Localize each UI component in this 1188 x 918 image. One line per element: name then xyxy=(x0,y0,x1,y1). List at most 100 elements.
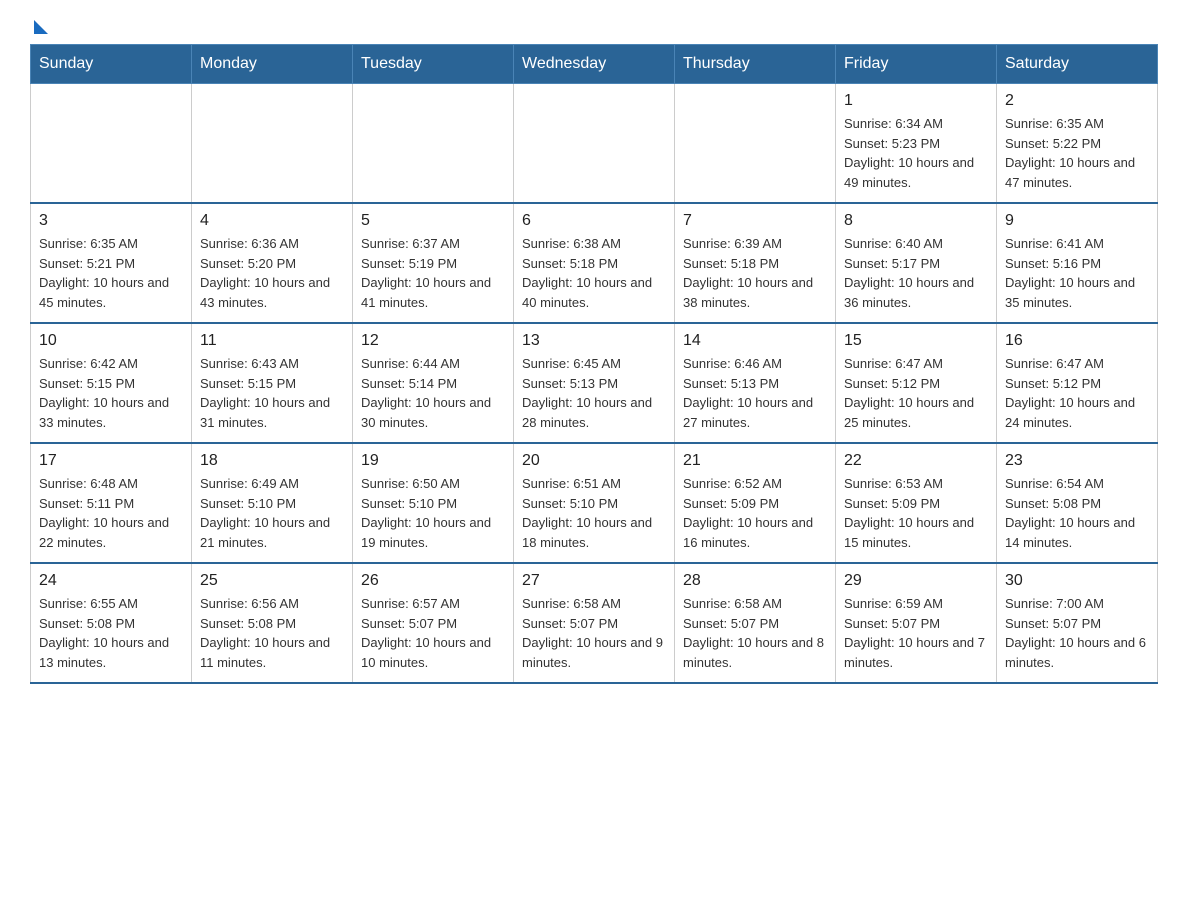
day-info: Sunrise: 6:46 AM Sunset: 5:13 PM Dayligh… xyxy=(683,354,827,432)
day-number: 21 xyxy=(683,452,827,470)
calendar-cell: 1 Sunrise: 6:34 AM Sunset: 5:23 PM Daylig… xyxy=(836,84,997,204)
day-number: 13 xyxy=(522,332,666,350)
day-info: Sunrise: 6:52 AM Sunset: 5:09 PM Dayligh… xyxy=(683,474,827,552)
calendar-cell xyxy=(675,84,836,204)
day-number: 20 xyxy=(522,452,666,470)
calendar-cell: 3 Sunrise: 6:35 AM Sunset: 5:21 PM Daylig… xyxy=(31,203,192,323)
calendar-cell: 11Sunrise: 6:43 AM Sunset: 5:15 PM Dayli… xyxy=(192,323,353,443)
week-row-1: 1 Sunrise: 6:34 AM Sunset: 5:23 PM Daylig… xyxy=(31,84,1158,204)
day-info: Sunrise: 6:58 AM Sunset: 5:07 PM Dayligh… xyxy=(522,594,666,672)
weekday-header-wednesday: Wednesday xyxy=(514,45,675,84)
day-info: Sunrise: 6:44 AM Sunset: 5:14 PM Dayligh… xyxy=(361,354,505,432)
calendar-cell xyxy=(514,84,675,204)
day-number: 16 xyxy=(1005,332,1149,350)
day-number: 8 xyxy=(844,212,988,230)
day-number: 17 xyxy=(39,452,183,470)
calendar-cell: 9 Sunrise: 6:41 AM Sunset: 5:16 PM Daylig… xyxy=(997,203,1158,323)
page-header xyxy=(30,20,1158,34)
day-number: 14 xyxy=(683,332,827,350)
calendar-cell: 13 Sunrise: 6:45 AM Sunset: 5:13 PM Dayli… xyxy=(514,323,675,443)
weekday-header-row: SundayMondayTuesdayWednesdayThursdayFrid… xyxy=(31,45,1158,84)
calendar-cell: 24Sunrise: 6:55 AM Sunset: 5:08 PM Dayli… xyxy=(31,563,192,683)
day-number: 12 xyxy=(361,332,505,350)
day-number: 7 xyxy=(683,212,827,230)
calendar-cell: 4Sunrise: 6:36 AM Sunset: 5:20 PM Daylig… xyxy=(192,203,353,323)
day-number: 3 xyxy=(39,212,183,230)
calendar-cell: 15 Sunrise: 6:47 AM Sunset: 5:12 PM Dayli… xyxy=(836,323,997,443)
calendar-cell xyxy=(353,84,514,204)
calendar-cell: 8 Sunrise: 6:40 AM Sunset: 5:17 PM Daylig… xyxy=(836,203,997,323)
day-info: Sunrise: 6:45 AM Sunset: 5:13 PM Dayligh… xyxy=(522,354,666,432)
calendar-cell: 2Sunrise: 6:35 AM Sunset: 5:22 PM Daylig… xyxy=(997,84,1158,204)
calendar-cell: 19 Sunrise: 6:50 AM Sunset: 5:10 PM Dayli… xyxy=(353,443,514,563)
day-info: Sunrise: 6:55 AM Sunset: 5:08 PM Dayligh… xyxy=(39,594,183,672)
weekday-header-tuesday: Tuesday xyxy=(353,45,514,84)
day-number: 26 xyxy=(361,572,505,590)
day-info: Sunrise: 6:36 AM Sunset: 5:20 PM Dayligh… xyxy=(200,234,344,312)
day-info: Sunrise: 6:39 AM Sunset: 5:18 PM Dayligh… xyxy=(683,234,827,312)
calendar-cell: 16Sunrise: 6:47 AM Sunset: 5:12 PM Dayli… xyxy=(997,323,1158,443)
day-info: Sunrise: 7:00 AM Sunset: 5:07 PM Dayligh… xyxy=(1005,594,1149,672)
day-info: Sunrise: 6:54 AM Sunset: 5:08 PM Dayligh… xyxy=(1005,474,1149,552)
day-info: Sunrise: 6:41 AM Sunset: 5:16 PM Dayligh… xyxy=(1005,234,1149,312)
day-number: 18 xyxy=(200,452,344,470)
calendar-cell: 26 Sunrise: 6:57 AM Sunset: 5:07 PM Dayli… xyxy=(353,563,514,683)
calendar-cell: 21 Sunrise: 6:52 AM Sunset: 5:09 PM Dayli… xyxy=(675,443,836,563)
calendar-cell: 30 Sunrise: 7:00 AM Sunset: 5:07 PM Dayli… xyxy=(997,563,1158,683)
day-info: Sunrise: 6:34 AM Sunset: 5:23 PM Dayligh… xyxy=(844,114,988,192)
calendar-cell: 20Sunrise: 6:51 AM Sunset: 5:10 PM Dayli… xyxy=(514,443,675,563)
calendar-table: SundayMondayTuesdayWednesdayThursdayFrid… xyxy=(30,44,1158,684)
calendar-cell: 22 Sunrise: 6:53 AM Sunset: 5:09 PM Dayli… xyxy=(836,443,997,563)
day-info: Sunrise: 6:38 AM Sunset: 5:18 PM Dayligh… xyxy=(522,234,666,312)
day-number: 19 xyxy=(361,452,505,470)
day-info: Sunrise: 6:56 AM Sunset: 5:08 PM Dayligh… xyxy=(200,594,344,672)
day-number: 25 xyxy=(200,572,344,590)
logo-top xyxy=(30,20,48,34)
day-number: 9 xyxy=(1005,212,1149,230)
day-info: Sunrise: 6:37 AM Sunset: 5:19 PM Dayligh… xyxy=(361,234,505,312)
day-number: 6 xyxy=(522,212,666,230)
day-info: Sunrise: 6:50 AM Sunset: 5:10 PM Dayligh… xyxy=(361,474,505,552)
week-row-3: 10Sunrise: 6:42 AM Sunset: 5:15 PM Dayli… xyxy=(31,323,1158,443)
day-info: Sunrise: 6:47 AM Sunset: 5:12 PM Dayligh… xyxy=(844,354,988,432)
calendar-cell: 25 Sunrise: 6:56 AM Sunset: 5:08 PM Dayli… xyxy=(192,563,353,683)
day-number: 29 xyxy=(844,572,988,590)
calendar-cell: 7 Sunrise: 6:39 AM Sunset: 5:18 PM Daylig… xyxy=(675,203,836,323)
calendar-header: SundayMondayTuesdayWednesdayThursdayFrid… xyxy=(31,45,1158,84)
weekday-header-thursday: Thursday xyxy=(675,45,836,84)
calendar-cell: 17 Sunrise: 6:48 AM Sunset: 5:11 PM Dayli… xyxy=(31,443,192,563)
calendar-cell: 18 Sunrise: 6:49 AM Sunset: 5:10 PM Dayli… xyxy=(192,443,353,563)
day-number: 15 xyxy=(844,332,988,350)
calendar-cell: 23 Sunrise: 6:54 AM Sunset: 5:08 PM Dayli… xyxy=(997,443,1158,563)
day-number: 1 xyxy=(844,92,988,110)
calendar-body: 1 Sunrise: 6:34 AM Sunset: 5:23 PM Daylig… xyxy=(31,84,1158,684)
weekday-header-saturday: Saturday xyxy=(997,45,1158,84)
day-info: Sunrise: 6:48 AM Sunset: 5:11 PM Dayligh… xyxy=(39,474,183,552)
day-info: Sunrise: 6:40 AM Sunset: 5:17 PM Dayligh… xyxy=(844,234,988,312)
day-number: 22 xyxy=(844,452,988,470)
logo xyxy=(30,20,48,34)
day-info: Sunrise: 6:53 AM Sunset: 5:09 PM Dayligh… xyxy=(844,474,988,552)
calendar-cell xyxy=(31,84,192,204)
day-number: 11 xyxy=(200,332,344,350)
week-row-5: 24Sunrise: 6:55 AM Sunset: 5:08 PM Dayli… xyxy=(31,563,1158,683)
day-info: Sunrise: 6:35 AM Sunset: 5:22 PM Dayligh… xyxy=(1005,114,1149,192)
calendar-cell: 29Sunrise: 6:59 AM Sunset: 5:07 PM Dayli… xyxy=(836,563,997,683)
day-number: 27 xyxy=(522,572,666,590)
day-number: 5 xyxy=(361,212,505,230)
calendar-cell: 5 Sunrise: 6:37 AM Sunset: 5:19 PM Daylig… xyxy=(353,203,514,323)
day-info: Sunrise: 6:57 AM Sunset: 5:07 PM Dayligh… xyxy=(361,594,505,672)
day-number: 30 xyxy=(1005,572,1149,590)
week-row-4: 17 Sunrise: 6:48 AM Sunset: 5:11 PM Dayli… xyxy=(31,443,1158,563)
calendar-cell: 6 Sunrise: 6:38 AM Sunset: 5:18 PM Daylig… xyxy=(514,203,675,323)
calendar-cell: 14 Sunrise: 6:46 AM Sunset: 5:13 PM Dayli… xyxy=(675,323,836,443)
calendar-cell: 12 Sunrise: 6:44 AM Sunset: 5:14 PM Dayli… xyxy=(353,323,514,443)
day-info: Sunrise: 6:49 AM Sunset: 5:10 PM Dayligh… xyxy=(200,474,344,552)
weekday-header-sunday: Sunday xyxy=(31,45,192,84)
day-number: 28 xyxy=(683,572,827,590)
calendar-cell: 10Sunrise: 6:42 AM Sunset: 5:15 PM Dayli… xyxy=(31,323,192,443)
day-number: 23 xyxy=(1005,452,1149,470)
week-row-2: 3 Sunrise: 6:35 AM Sunset: 5:21 PM Daylig… xyxy=(31,203,1158,323)
day-number: 10 xyxy=(39,332,183,350)
day-info: Sunrise: 6:35 AM Sunset: 5:21 PM Dayligh… xyxy=(39,234,183,312)
